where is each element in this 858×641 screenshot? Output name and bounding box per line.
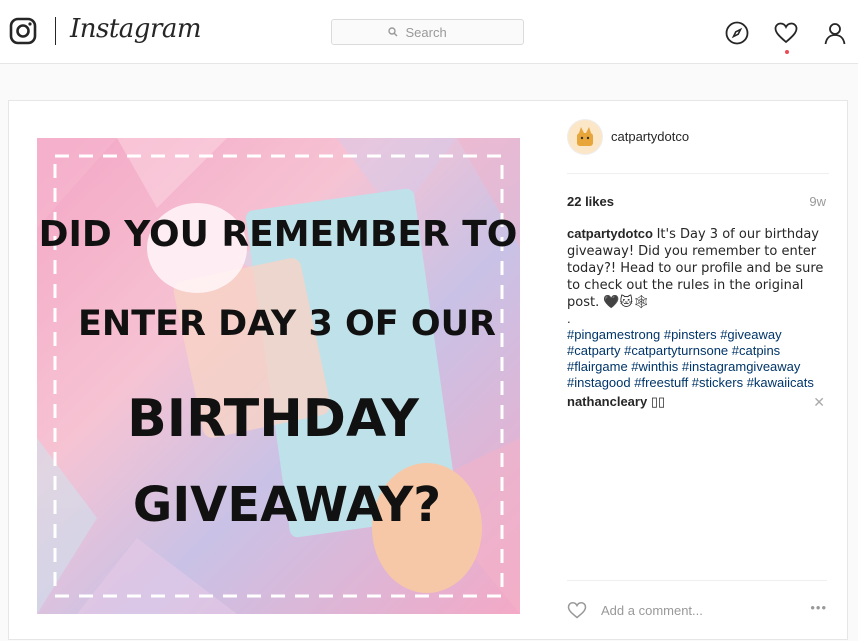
post-caption: catpartydotco It's Day 3 of our birthday…	[567, 226, 829, 391]
image-text-line3: BIRTHDAY	[127, 389, 420, 449]
author-username[interactable]: catpartydotco	[611, 129, 689, 144]
post-header: catpartydotco	[567, 119, 829, 174]
image-text-line4: GIVEAWAY?	[133, 477, 441, 533]
caption-author[interactable]: catpartydotco	[567, 226, 653, 241]
instagram-wordmark[interactable]: Instagram	[70, 14, 202, 44]
image-text-line1: DID YOU REMEMBER TO	[39, 214, 518, 255]
avatar-image	[577, 127, 593, 146]
logo-divider	[55, 17, 56, 45]
heart-icon[interactable]	[773, 20, 799, 46]
post-photo[interactable]: DID YOU REMEMBER TO ENTER DAY 3 OF OUR B…	[37, 138, 520, 614]
notification-dot	[785, 50, 789, 54]
comment-text: ▯▯	[650, 394, 666, 409]
search-box[interactable]	[331, 19, 524, 45]
post-card: DID YOU REMEMBER TO ENTER DAY 3 OF OUR B…	[8, 100, 848, 640]
caption-hashtags[interactable]: #pingamestrong #pinsters #giveaway #catp…	[567, 327, 814, 390]
avatar[interactable]	[567, 119, 603, 155]
caption-dot: .	[567, 311, 571, 326]
image-text-line2: ENTER DAY 3 OF OUR	[78, 304, 496, 344]
divider	[567, 580, 827, 581]
close-icon[interactable]: ✕	[813, 394, 825, 411]
instagram-glyph-icon[interactable]	[9, 17, 37, 45]
search-input[interactable]	[403, 23, 468, 41]
like-heart-icon[interactable]	[567, 601, 587, 619]
comment-username[interactable]: nathancleary	[567, 394, 647, 409]
top-navigation-bar: Instagram	[0, 0, 858, 64]
likes-count[interactable]: 22 likes	[567, 194, 614, 209]
comment-item: nathancleary ▯▯	[567, 394, 829, 410]
search-icon	[387, 27, 397, 37]
post-sidebar: catpartydotco 22 likes 9w catpartydotco …	[567, 101, 829, 641]
profile-icon[interactable]	[822, 20, 848, 46]
post-timestamp[interactable]: 9w	[809, 194, 826, 209]
add-comment-input[interactable]	[599, 602, 783, 619]
more-options-button[interactable]: •••	[810, 600, 827, 615]
compass-icon[interactable]	[724, 20, 750, 46]
